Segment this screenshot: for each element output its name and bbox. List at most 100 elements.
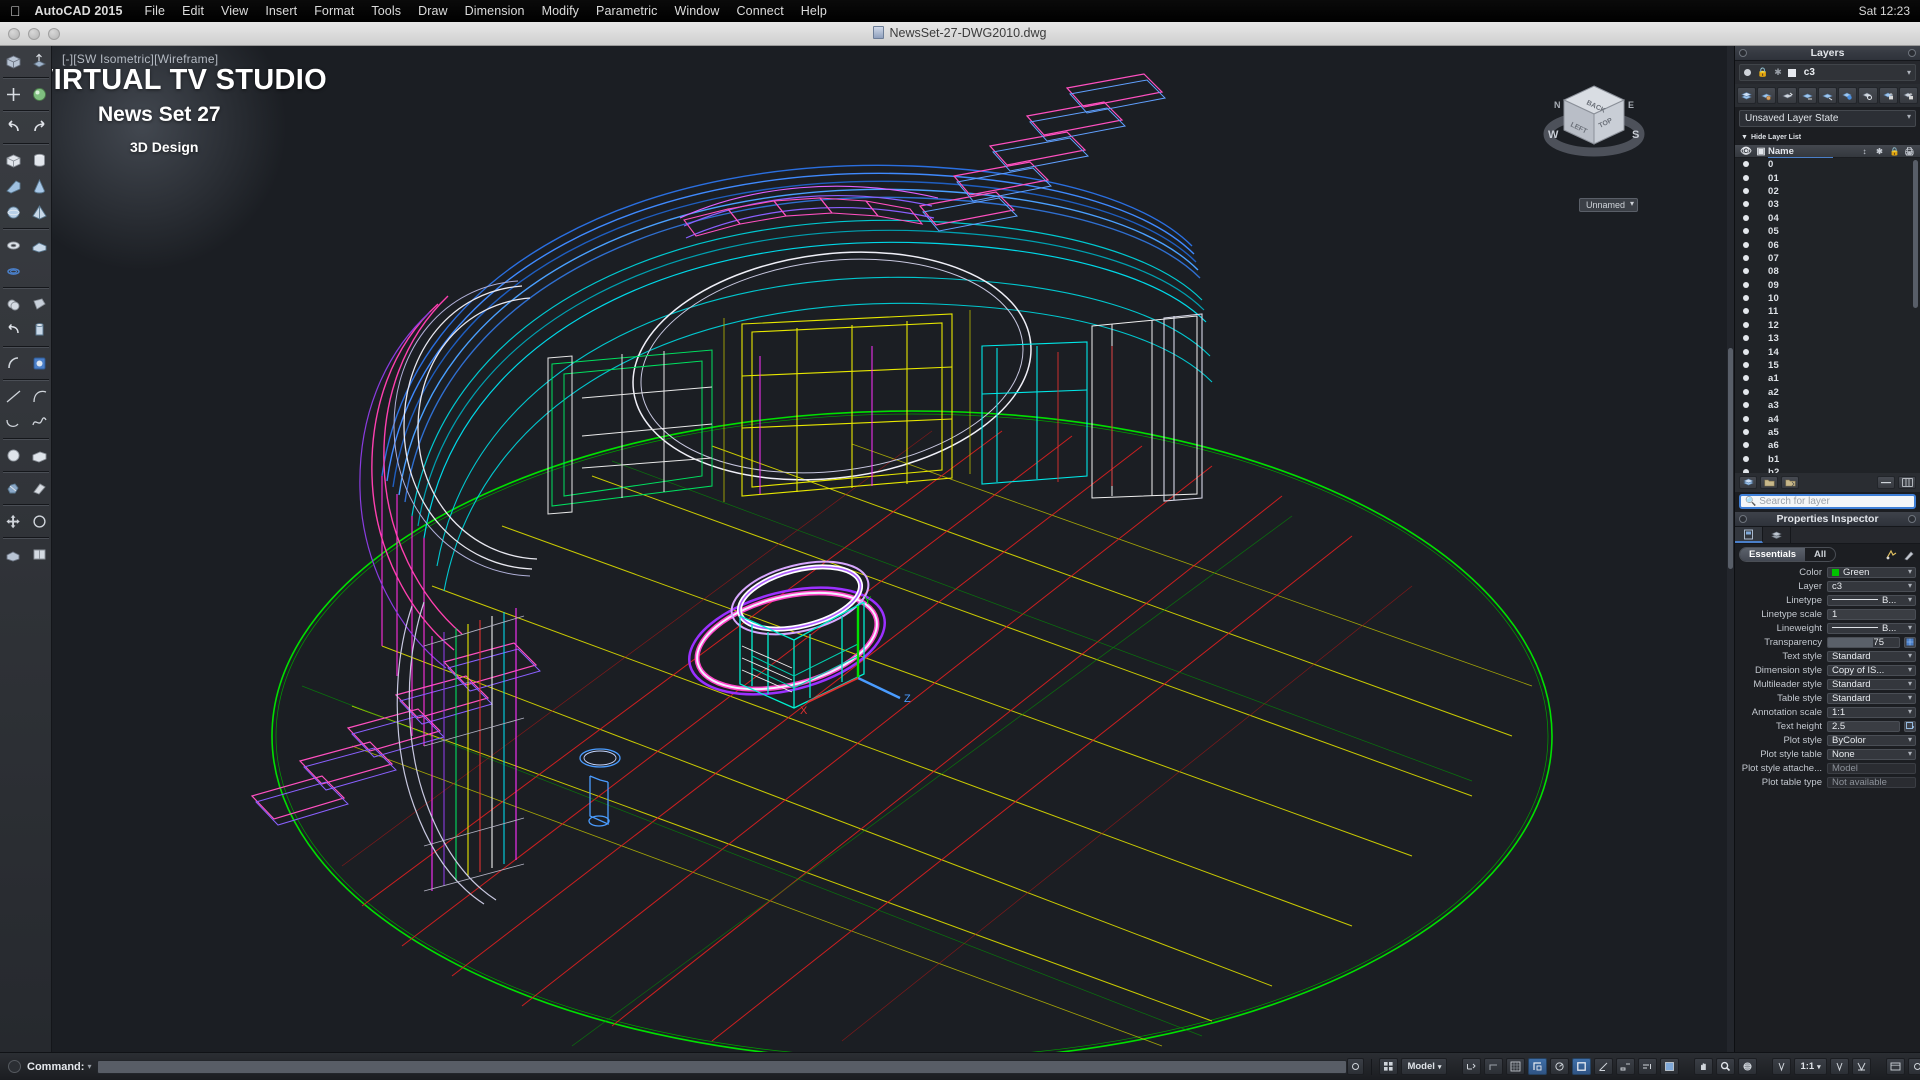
menu-draw[interactable]: Draw — [418, 4, 448, 18]
layer-row[interactable]: 02 — [1735, 185, 1920, 198]
layer-visibility-icon[interactable] — [1738, 226, 1754, 237]
menu-dimension[interactable]: Dimension — [465, 4, 525, 18]
spline-icon[interactable] — [26, 409, 52, 435]
grid-icon[interactable] — [1506, 1058, 1526, 1075]
layer-visibility-icon[interactable] — [1738, 159, 1754, 170]
layer-previous-icon[interactable] — [1858, 87, 1878, 104]
layer-row[interactable]: a1 — [1735, 372, 1920, 385]
workspace-icon[interactable] — [1885, 1058, 1905, 1075]
osnap-icon[interactable] — [1572, 1058, 1592, 1075]
command-input[interactable] — [97, 1059, 1348, 1074]
layer-row[interactable]: 10 — [1735, 292, 1920, 305]
layer-row[interactable]: 06 — [1735, 238, 1920, 251]
layer-freeze-icon-2[interactable] — [1797, 87, 1817, 104]
tool-palette[interactable] — [0, 46, 52, 1052]
command-line-area[interactable]: Command: ▾ — [0, 1053, 1348, 1080]
layer-visibility-icon[interactable] — [1738, 400, 1754, 411]
layer-visibility-icon[interactable] — [1738, 387, 1754, 398]
box-icon[interactable] — [0, 147, 26, 173]
layer-row[interactable]: a6 — [1735, 439, 1920, 452]
layer-unisolate-icon[interactable] — [1777, 87, 1797, 104]
undo-icon[interactable] — [0, 114, 26, 140]
subtract-icon[interactable] — [26, 291, 52, 317]
layer-row[interactable]: 13 — [1735, 332, 1920, 345]
menu-parametric[interactable]: Parametric — [596, 4, 657, 18]
pyramid-icon[interactable] — [26, 199, 52, 225]
layer-toolbar[interactable] — [1735, 84, 1920, 107]
layer-visibility-icon[interactable] — [1738, 253, 1754, 264]
layer-visibility-icon[interactable] — [1738, 373, 1754, 384]
rectangle-icon[interactable] — [26, 442, 52, 468]
layer-row[interactable]: 04 — [1735, 212, 1920, 225]
layer-unlock-icon[interactable] — [1898, 87, 1918, 104]
revolve-icon[interactable] — [26, 350, 52, 376]
layer-row[interactable]: 08 — [1735, 265, 1920, 278]
menu-tools[interactable]: Tools — [371, 4, 401, 18]
view-name-dropdown[interactable]: Unnamed — [1578, 198, 1638, 212]
segment-essentials[interactable]: Essentials — [1740, 548, 1805, 561]
layer-match-icon[interactable] — [1838, 87, 1858, 104]
plot-column-icon[interactable]: 🖨 — [1902, 147, 1917, 156]
layer-row[interactable]: a2 — [1735, 386, 1920, 399]
cylinder-icon[interactable] — [26, 147, 52, 173]
menu-view[interactable]: View — [221, 4, 248, 18]
layer-visibility-icon[interactable] — [1738, 266, 1754, 277]
copy-icon[interactable] — [0, 541, 26, 567]
property-value[interactable]: ByColor — [1827, 734, 1916, 746]
view-cube[interactable]: W S N E BACK LEFT TOP — [1540, 68, 1648, 176]
layer-row[interactable]: b2 — [1735, 466, 1920, 473]
property-value-input[interactable]: 2.5 — [1827, 720, 1900, 732]
move-icon[interactable] — [0, 81, 26, 107]
layer-visibility-icon[interactable] — [1738, 213, 1754, 224]
move-tool-icon[interactable] — [0, 508, 26, 534]
annotation-auto-scale-icon[interactable] — [1829, 1058, 1849, 1075]
mirror-icon[interactable] — [26, 541, 52, 567]
layer-row[interactable]: 0 — [1735, 158, 1920, 171]
loft-icon[interactable] — [0, 350, 26, 376]
union-icon[interactable] — [0, 291, 26, 317]
intersect-icon[interactable] — [0, 317, 26, 343]
redo-icon[interactable] — [26, 114, 52, 140]
property-value[interactable]: Standard — [1827, 650, 1916, 662]
command-grip-icon[interactable] — [8, 1060, 21, 1073]
current-layer-row[interactable]: 🔒 ✱ c3 ▾ — [1739, 64, 1916, 81]
property-value[interactable]: c3 — [1827, 580, 1916, 592]
render-icon[interactable] — [26, 81, 52, 107]
sort-arrows-icon[interactable]: ↕ — [1857, 147, 1872, 156]
layer-visibility-icon[interactable] — [1738, 306, 1754, 317]
zoom-icon[interactable] — [1716, 1058, 1736, 1075]
snap-icon[interactable] — [1462, 1058, 1482, 1075]
freeze-column-icon[interactable]: ✱ — [1872, 147, 1887, 156]
sphere-icon[interactable] — [0, 199, 26, 225]
layer-lock-icon-2[interactable] — [1878, 87, 1898, 104]
box-3d-icon[interactable] — [0, 48, 26, 74]
fullscreen-icon[interactable] — [1907, 1058, 1920, 1075]
menu-modify[interactable]: Modify — [542, 4, 579, 18]
list-view-icon[interactable] — [1898, 476, 1916, 489]
wedge-icon[interactable] — [0, 173, 26, 199]
property-value[interactable]: 1 — [1827, 608, 1916, 620]
status-icon[interactable]: ▣ — [1754, 146, 1768, 157]
layer-visibility-icon[interactable] — [1738, 320, 1754, 331]
annotation-sync-icon[interactable] — [1851, 1058, 1871, 1075]
quick-select-icon[interactable] — [1884, 548, 1898, 562]
transparency-icon[interactable] — [1904, 636, 1916, 648]
extrude-icon[interactable] — [26, 48, 52, 74]
layer-visibility-icon[interactable] — [1738, 347, 1754, 358]
properties-segmented-control[interactable]: Essentials All — [1735, 544, 1920, 565]
layer-visibility-icon[interactable] — [1738, 427, 1754, 438]
property-value[interactable]: 1:1 — [1827, 706, 1916, 718]
layer-lock-icon[interactable]: 🔒 — [1757, 67, 1768, 78]
property-value[interactable]: Copy of IS... — [1827, 664, 1916, 676]
layer-visibility-icon[interactable] — [1738, 240, 1754, 251]
helix-icon[interactable] — [0, 258, 26, 284]
minimize-icon[interactable] — [1877, 476, 1895, 489]
new-group-filter-icon[interactable] — [1760, 476, 1778, 489]
new-layer-icon[interactable] — [1739, 476, 1757, 489]
layer-row[interactable]: b1 — [1735, 453, 1920, 466]
layer-visibility-icon[interactable] — [1738, 173, 1754, 184]
layer-properties-icon[interactable] — [1737, 87, 1757, 104]
layer-visibility-icon[interactable] — [1738, 293, 1754, 304]
property-value[interactable]: None — [1827, 748, 1916, 760]
layer-row[interactable]: 12 — [1735, 319, 1920, 332]
